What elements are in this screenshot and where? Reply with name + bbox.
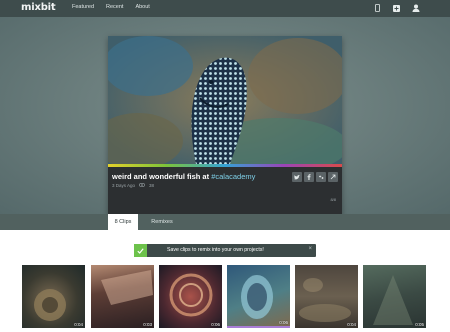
clip-thumbnail[interactable]: 0:03: [91, 265, 154, 328]
clip-counter: 8/8: [330, 197, 336, 202]
user-icon[interactable]: [411, 3, 420, 13]
add-icon[interactable]: [392, 3, 401, 13]
link-icon[interactable]: [328, 172, 338, 182]
mixbit-logo[interactable]: mixbit: [21, 2, 56, 13]
eye-icon: [138, 182, 146, 188]
clip-thumbnail[interactable]: 0:04: [295, 265, 358, 328]
clip-duration: 0:04: [347, 322, 356, 327]
nav-featured[interactable]: Featured: [72, 4, 94, 10]
tab-bar: 8 Clips Remixes: [0, 214, 450, 230]
nav-right-icons: [373, 3, 420, 13]
view-count: 38: [149, 183, 155, 188]
color-progress-strip: [108, 164, 342, 167]
video-age: 3 Days Ago: [112, 183, 136, 188]
clip-thumbnail[interactable]: 0:06: [159, 265, 222, 328]
clip-duration: 0:03: [143, 322, 152, 327]
notice-message: Save clips to remix into your own projec…: [167, 247, 264, 253]
clip-thumbnails: 0:04 0:03 0:06 0:06 0:04 0:05: [22, 265, 430, 329]
close-icon[interactable]: ×: [308, 246, 312, 252]
twitter-icon[interactable]: [292, 172, 302, 182]
save-clips-notice: Save clips to remix into your own projec…: [134, 244, 316, 257]
facebook-icon[interactable]: [304, 172, 314, 182]
clip-thumbnail[interactable]: 0:06: [227, 265, 290, 328]
video-player[interactable]: [108, 36, 342, 164]
video-info: weird and wonderful fish at #calacademy …: [112, 172, 338, 212]
video-meta: 3 Days Ago 38: [112, 182, 155, 188]
share-actions: [292, 172, 338, 182]
main-nav: Featured Recent About: [72, 4, 150, 10]
video-title-text: weird and wonderful fish at: [112, 172, 210, 181]
clip-duration: 0:06: [279, 320, 288, 325]
nav-about[interactable]: About: [135, 4, 149, 10]
clip-duration: 0:05: [415, 322, 424, 327]
tab-remixes[interactable]: Remixes: [144, 214, 180, 230]
hero-section: weird and wonderful fish at #calacademy …: [0, 17, 450, 216]
check-icon: [134, 244, 147, 257]
nav-recent[interactable]: Recent: [106, 4, 123, 10]
hashtag-link[interactable]: #calacademy: [211, 172, 255, 181]
phone-icon[interactable]: [373, 3, 382, 13]
video-card: weird and wonderful fish at #calacademy …: [108, 36, 342, 216]
clip-duration: 0:06: [211, 322, 220, 327]
tab-clips[interactable]: 8 Clips: [108, 214, 138, 230]
top-nav-bar: mixbit Featured Recent About: [0, 0, 450, 17]
clip-thumbnail[interactable]: 0:05: [363, 265, 426, 328]
clip-duration: 0:04: [74, 322, 83, 327]
gplus-icon[interactable]: [316, 172, 326, 182]
clip-thumbnail[interactable]: 0:04: [22, 265, 85, 328]
